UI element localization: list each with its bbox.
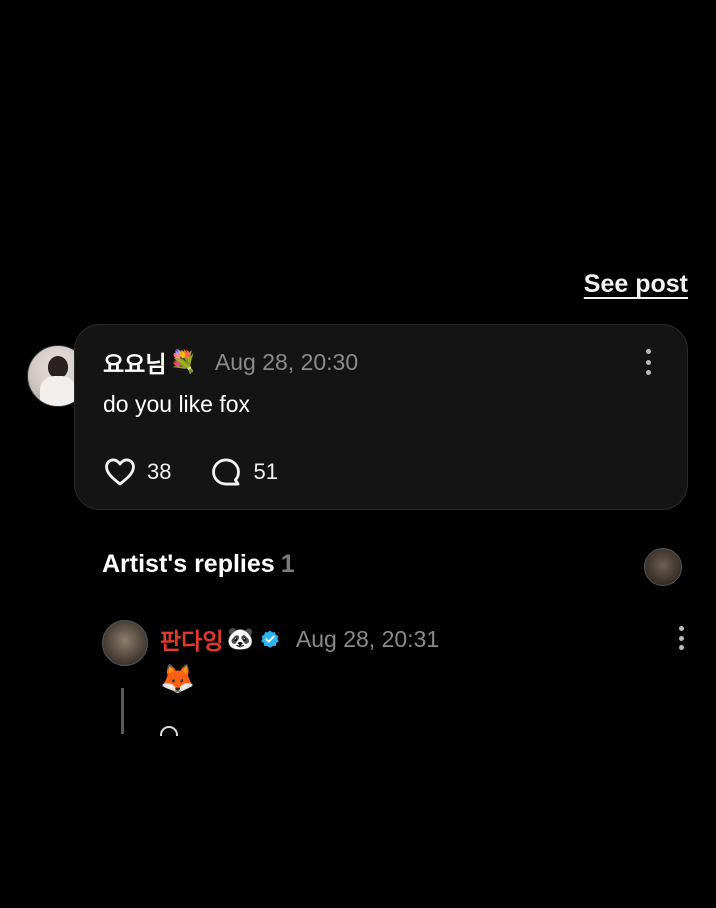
comment-bubble-icon — [212, 458, 241, 486]
reply-author-emoji: 🐼 — [226, 626, 254, 651]
heart-icon — [105, 458, 135, 486]
reply-author-avatar[interactable] — [102, 620, 148, 666]
like-button[interactable]: 38 — [103, 455, 171, 489]
avatar-body-shape — [40, 376, 76, 406]
thread-line — [121, 688, 124, 734]
post-actions: 38 51 — [103, 455, 316, 489]
post-timestamp: Aug 28, 20:30 — [214, 348, 359, 375]
post-author-name[interactable]: 요요님 — [103, 345, 166, 379]
reply-more-icon[interactable] — [678, 626, 684, 650]
artist-replies-title: Artist's replies — [102, 550, 275, 578]
reply-author-name[interactable]: 판다잉 — [160, 622, 223, 656]
comment-count: 51 — [253, 459, 278, 484]
post-header: 요요님 💐 Aug 28, 20:30 — [103, 345, 358, 379]
post-text: do you like fox — [103, 391, 251, 417]
reply-text: 🦊 — [160, 663, 195, 694]
avatar-head-shape — [48, 356, 68, 378]
post-author-emoji: 💐 — [169, 349, 197, 374]
like-count: 38 — [147, 459, 172, 484]
see-post-link[interactable]: See post — [584, 270, 688, 299]
artist-replies-heading: Artist's replies 1 — [102, 550, 295, 579]
app-screen: See post 요요님 💐 Aug 28, 20:30 do you like… — [0, 0, 716, 908]
cut-off-icon — [160, 726, 196, 736]
post-more-icon[interactable] — [645, 349, 651, 375]
verified-badge-icon — [261, 630, 279, 648]
post-card[interactable]: 요요님 💐 Aug 28, 20:30 do you like fox 38 5… — [74, 324, 688, 510]
reply-timestamp: Aug 28, 20:31 — [295, 625, 440, 652]
artist-replies-count: 1 — [280, 550, 295, 578]
artist-avatar[interactable] — [644, 548, 682, 586]
comment-button[interactable]: 51 — [209, 455, 278, 489]
reply-header: 판다잉 🐼 Aug 28, 20:31 — [160, 622, 439, 656]
